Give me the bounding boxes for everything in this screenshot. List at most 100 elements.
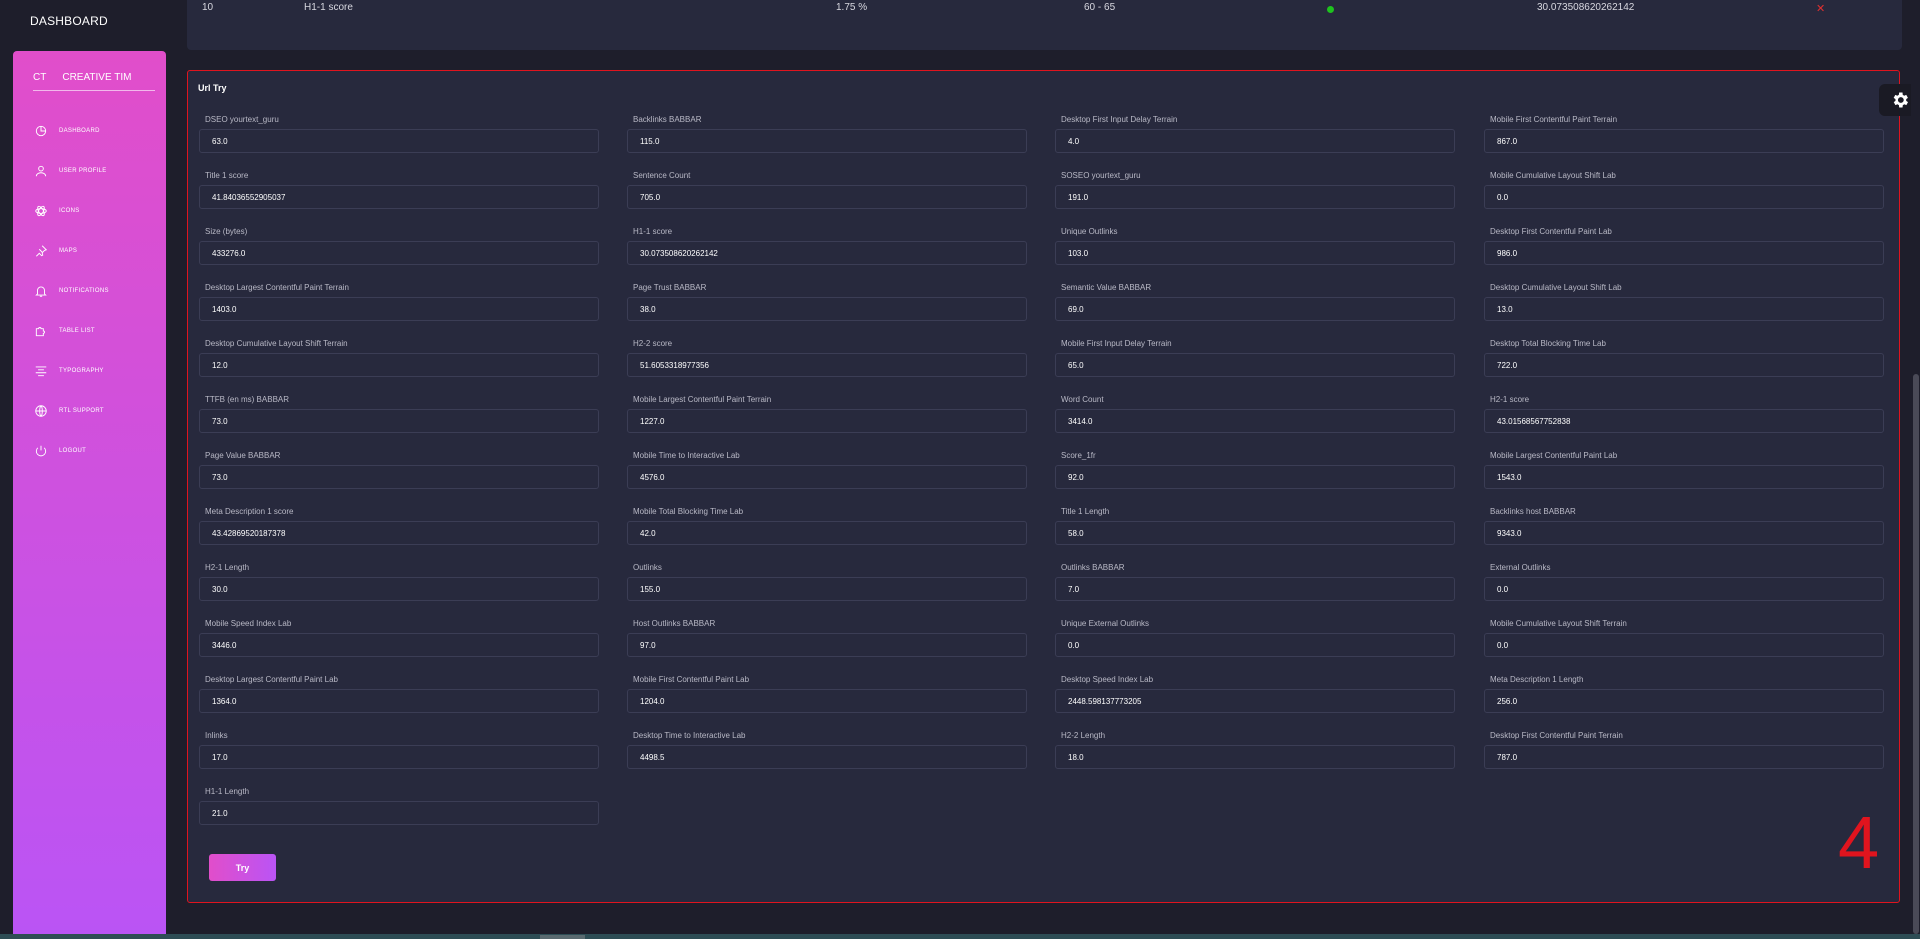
field-input[interactable] <box>1055 353 1455 377</box>
field-input[interactable] <box>199 801 599 825</box>
status-dot-icon <box>1327 6 1334 13</box>
close-icon[interactable]: ✕ <box>1816 2 1825 15</box>
field-label: Semantic Value BABBAR <box>1061 283 1152 292</box>
logo-mini[interactable]: CT <box>33 72 46 83</box>
field-input[interactable] <box>199 241 599 265</box>
field-input[interactable] <box>199 409 599 433</box>
field-input[interactable] <box>627 689 1027 713</box>
field-input[interactable] <box>1055 465 1455 489</box>
field-input[interactable] <box>627 633 1027 657</box>
field-label: Title 1 Length <box>1061 507 1110 516</box>
sidebar-item-user-profile[interactable]: USER PROFILE <box>13 151 166 191</box>
field-input[interactable] <box>627 297 1027 321</box>
sidebar-item-typography[interactable]: TYPOGRAPHY <box>13 351 166 391</box>
field-input[interactable] <box>1484 465 1884 489</box>
field-input[interactable] <box>1484 297 1884 321</box>
field-h2-1-score: H2-1 score <box>1484 395 1884 437</box>
field-desktop-cumulative-layout-shift-terrain: Desktop Cumulative Layout Shift Terrain <box>199 339 599 381</box>
field-input[interactable] <box>627 353 1027 377</box>
field-backlinks-babbar: Backlinks BABBAR <box>627 115 1027 157</box>
field-input[interactable] <box>627 745 1027 769</box>
field-input[interactable] <box>627 185 1027 209</box>
power-icon <box>33 443 49 459</box>
field-input[interactable] <box>1055 297 1455 321</box>
field-input[interactable] <box>1484 521 1884 545</box>
sidebar-item-maps[interactable]: MAPS <box>13 231 166 271</box>
field-mobile-total-blocking-time-lab: Mobile Total Blocking Time Lab <box>627 507 1027 549</box>
field-label: Desktop Cumulative Layout Shift Lab <box>1490 283 1622 292</box>
horizontal-scroll-thumb[interactable] <box>540 935 585 939</box>
field-label: Mobile Largest Contentful Paint Terrain <box>633 395 772 404</box>
chart-pie-icon <box>33 123 49 139</box>
field-input[interactable] <box>627 129 1027 153</box>
field-input[interactable] <box>199 185 599 209</box>
sidebar-item-notifications[interactable]: NOTIFICATIONS <box>13 271 166 311</box>
field-input[interactable] <box>1055 521 1455 545</box>
field-label: Unique External Outlinks <box>1061 619 1150 628</box>
field-mobile-time-to-interactive-lab: Mobile Time to Interactive Lab <box>627 451 1027 493</box>
field-input[interactable] <box>1484 689 1884 713</box>
field-score-1fr: Score_1fr <box>1055 451 1455 493</box>
field-input[interactable] <box>199 521 599 545</box>
field-input[interactable] <box>199 745 599 769</box>
field-label: Outlinks <box>633 563 662 572</box>
field-input[interactable] <box>1055 129 1455 153</box>
field-input[interactable] <box>199 297 599 321</box>
field-label: Word Count <box>1061 395 1104 404</box>
field-label: Mobile Speed Index Lab <box>205 619 292 628</box>
field-input[interactable] <box>627 241 1027 265</box>
field-input[interactable] <box>1055 689 1455 713</box>
field-input[interactable] <box>1055 633 1455 657</box>
sidebar-item-icons[interactable]: ICONS <box>13 191 166 231</box>
field-h2-1-length: H2-1 Length <box>199 563 599 605</box>
field-input[interactable] <box>1484 409 1884 433</box>
field-label: Page Value BABBAR <box>205 451 281 460</box>
field-input[interactable] <box>1484 633 1884 657</box>
logo-text[interactable]: CREATIVE TIM <box>62 72 131 83</box>
table-row: 10 H1-1 score 1.75 % 60 - 65 30.07350862… <box>187 2 1902 16</box>
field-input[interactable] <box>199 129 599 153</box>
field-input[interactable] <box>199 689 599 713</box>
field-word-count: Word Count <box>1055 395 1455 437</box>
field-input[interactable] <box>1484 353 1884 377</box>
field-input[interactable] <box>1055 745 1455 769</box>
scrollbar-thumb[interactable] <box>1913 374 1919 934</box>
field-soseo-yourtext-guru: SOSEO yourtext_guru <box>1055 171 1455 213</box>
field-label: Desktop Speed Index Lab <box>1061 675 1154 684</box>
field-label: Inlinks <box>205 731 228 740</box>
sidebar-item-rtl-support[interactable]: RTL SUPPORT <box>13 391 166 431</box>
try-button[interactable]: Try <box>209 854 276 881</box>
field-input[interactable] <box>1055 409 1455 433</box>
field-input[interactable] <box>199 353 599 377</box>
sidebar-item-table-list[interactable]: TABLE LIST <box>13 311 166 351</box>
sidebar-item-dashboard[interactable]: DASHBOARD <box>13 111 166 151</box>
field-input[interactable] <box>1484 129 1884 153</box>
field-label: Host Outlinks BABBAR <box>633 619 716 628</box>
field-input[interactable] <box>1484 241 1884 265</box>
sidebar-item-label: RTL SUPPORT <box>59 408 104 414</box>
field-input[interactable] <box>627 465 1027 489</box>
sidebar-item-label: USER PROFILE <box>59 168 107 174</box>
field-input[interactable] <box>199 633 599 657</box>
sidebar-item-logout[interactable]: LOGOUT <box>13 431 166 471</box>
field-input[interactable] <box>1055 185 1455 209</box>
field-input[interactable] <box>199 577 599 601</box>
field-input[interactable] <box>627 521 1027 545</box>
pin-icon <box>33 243 49 259</box>
field-mobile-largest-contentful-paint-lab: Mobile Largest Contentful Paint Lab <box>1484 451 1884 493</box>
field-input[interactable] <box>1484 185 1884 209</box>
field-input[interactable] <box>627 409 1027 433</box>
field-input[interactable] <box>1055 577 1455 601</box>
logo[interactable]: CT CREATIVE TIM <box>33 65 155 91</box>
field-input[interactable] <box>1484 745 1884 769</box>
annotation-number: 4 <box>1838 801 1880 884</box>
field-input[interactable] <box>1484 577 1884 601</box>
field-input[interactable] <box>1055 241 1455 265</box>
field-label: Title 1 score <box>205 171 249 180</box>
field-label: H2-2 Length <box>1061 731 1106 740</box>
horizontal-scrollbar[interactable] <box>0 934 1920 939</box>
field-input[interactable] <box>627 577 1027 601</box>
field-input[interactable] <box>199 465 599 489</box>
field-size-bytes: Size (bytes) <box>199 227 599 269</box>
field-page-value-babbar: Page Value BABBAR <box>199 451 599 493</box>
